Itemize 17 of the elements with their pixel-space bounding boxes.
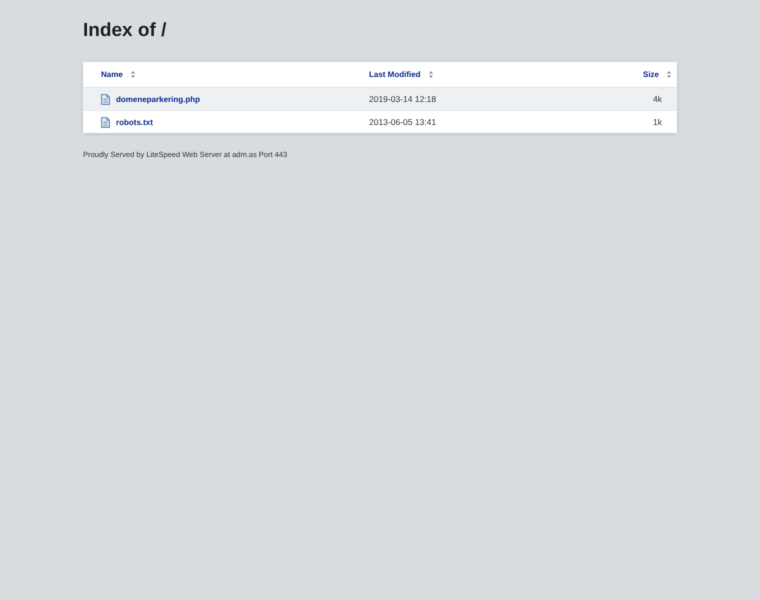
file-size: 1k [652,117,663,127]
table-row[interactable]: robots.txt 2013-06-05 13:41 1k [83,111,677,133]
modified-date: 2013-06-05 13:41 [369,117,438,127]
column-header-link[interactable]: Size [642,70,671,79]
sort-icon[interactable] [130,71,135,78]
document-icon [101,94,110,104]
file-link[interactable]: domeneparkering.php [116,94,200,104]
table-row[interactable]: domeneparkering.php 2019-03-14 12:18 4k [83,88,677,111]
file-size: 4k [652,94,663,104]
document-icon [101,116,110,128]
page-heading: Index of / [83,19,166,43]
file-link[interactable]: robots.txt [116,118,153,126]
column-header-link[interactable]: Name [101,70,135,79]
modified-date: 2019-03-14 12:18 [369,94,438,104]
sort-icon[interactable] [667,71,671,78]
column-header-link[interactable]: Last Modified [369,70,433,79]
sort-icon[interactable] [428,71,433,78]
